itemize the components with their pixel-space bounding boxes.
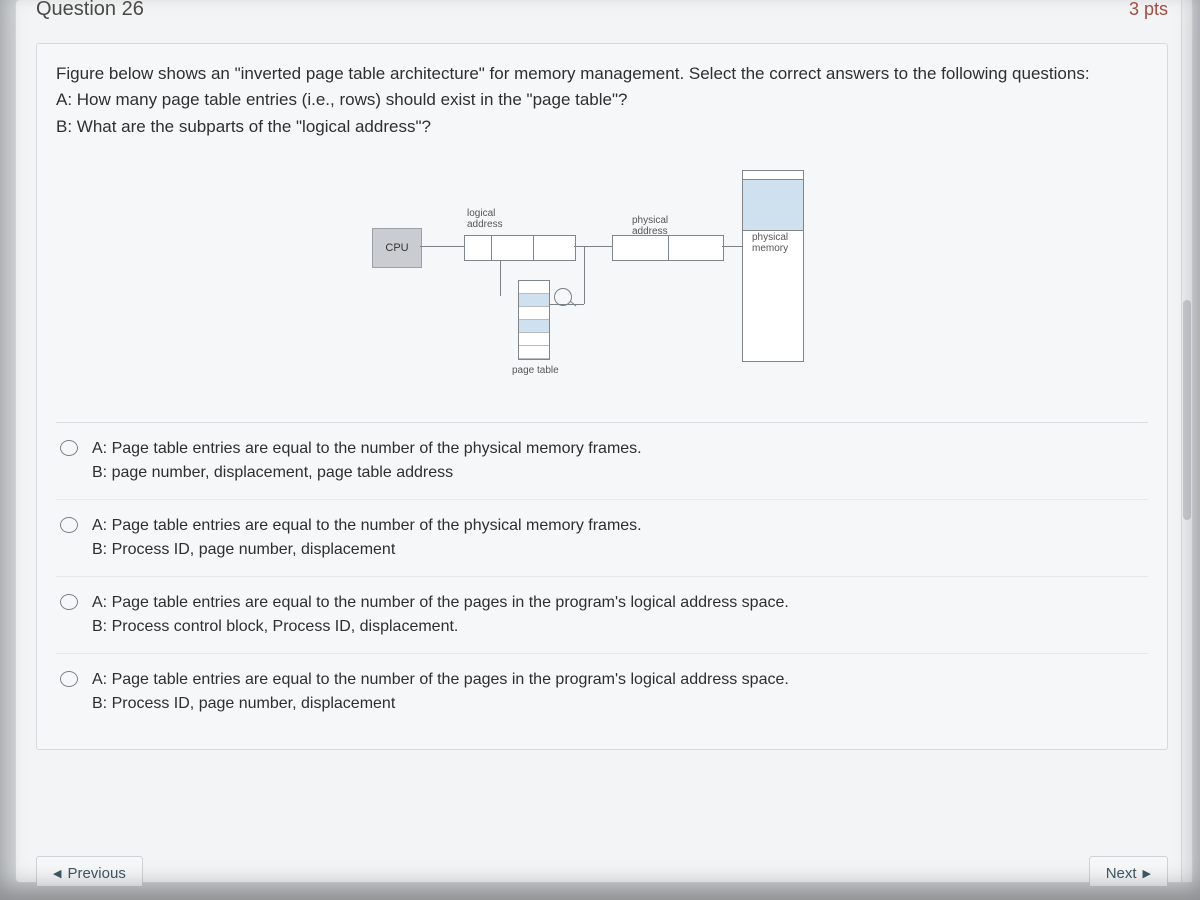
- question-points: 3 pts: [1129, 0, 1168, 20]
- figure-container: CPU logical address physical address phy…: [56, 170, 1148, 400]
- previous-button[interactable]: ◀ Previous: [36, 856, 143, 886]
- navigation-bar: ◀ Previous Next ▶: [36, 856, 1168, 886]
- scrollbar-thumb[interactable]: [1183, 300, 1191, 520]
- next-label: Next: [1106, 865, 1137, 882]
- figure-logical-address-box: [464, 235, 576, 261]
- figure-cpu-box: CPU: [372, 228, 422, 268]
- figure-page-table-box: [518, 280, 550, 360]
- next-button[interactable]: Next ▶: [1089, 856, 1168, 886]
- answer-text: A: Page table entries are equal to the n…: [92, 668, 789, 716]
- answer-option[interactable]: A: Page table entries are equal to the n…: [56, 654, 1148, 730]
- figure-physical-memory-box: [742, 170, 804, 362]
- answer-text: A: Page table entries are equal to the n…: [92, 591, 789, 639]
- radio-icon[interactable]: [60, 517, 78, 533]
- chevron-left-icon: ◀: [53, 867, 61, 880]
- question-number: Question 26: [36, 0, 144, 21]
- answer-option[interactable]: A: Page table entries are equal to the n…: [56, 500, 1148, 577]
- content-area: Question 26 3 pts Figure below shows an …: [36, 0, 1168, 842]
- figure-physical-address-box: [612, 235, 724, 261]
- prompt-part-a: A: How many page table entries (i.e., ro…: [56, 87, 1148, 113]
- question-header: Question 26 3 pts: [36, 0, 1168, 21]
- prompt-intro: Figure below shows an "inverted page tab…: [56, 61, 1148, 87]
- answer-option[interactable]: A: Page table entries are equal to the n…: [56, 577, 1148, 654]
- quiz-panel: Question 26 3 pts Figure below shows an …: [16, 0, 1192, 882]
- answer-option[interactable]: A: Page table entries are equal to the n…: [56, 423, 1148, 500]
- figure-logical-address-label: logical address: [467, 208, 503, 230]
- vertical-scrollbar[interactable]: [1181, 0, 1192, 882]
- screenshot-surface: Question 26 3 pts Figure below shows an …: [0, 0, 1200, 900]
- radio-icon[interactable]: [60, 671, 78, 687]
- radio-icon[interactable]: [60, 594, 78, 610]
- figure-physical-memory-label: physical memory: [752, 232, 788, 254]
- question-body: Figure below shows an "inverted page tab…: [36, 43, 1168, 750]
- figure-physical-address-label: physical address: [632, 215, 668, 237]
- chevron-right-icon: ▶: [1143, 867, 1151, 880]
- radio-icon[interactable]: [60, 440, 78, 456]
- answer-text: A: Page table entries are equal to the n…: [92, 437, 642, 485]
- question-prompt: Figure below shows an "inverted page tab…: [56, 61, 1148, 140]
- prompt-part-b: B: What are the subparts of the "logical…: [56, 114, 1148, 140]
- previous-label: Previous: [67, 865, 125, 882]
- figure-page-table-label: page table: [512, 365, 559, 376]
- answer-list: A: Page table entries are equal to the n…: [56, 422, 1148, 730]
- inverted-page-table-figure: CPU logical address physical address phy…: [372, 170, 832, 400]
- answer-text: A: Page table entries are equal to the n…: [92, 514, 642, 562]
